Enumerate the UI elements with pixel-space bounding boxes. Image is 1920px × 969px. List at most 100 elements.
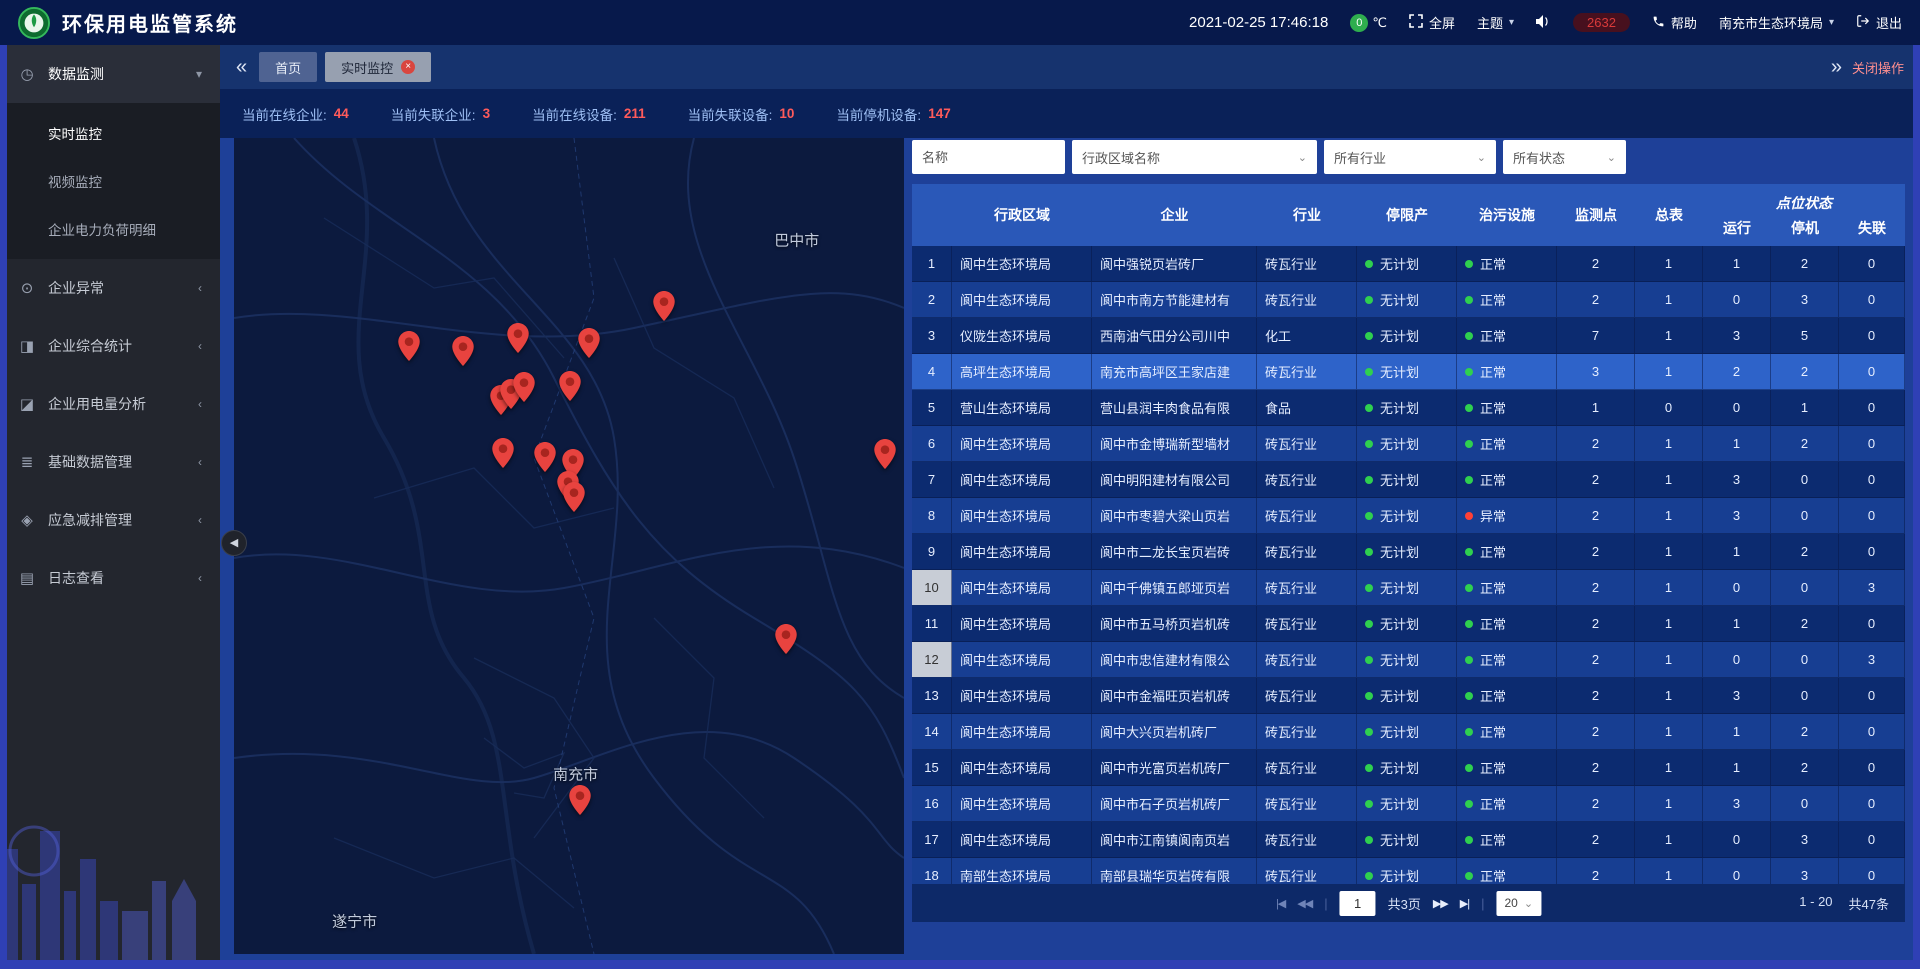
table-row[interactable]: 11阆中生态环境局阆中市五马桥页岩机砖砖瓦行业无计划正常21120 [912, 606, 1905, 642]
table-body: 1阆中生态环境局阆中强锐页岩砖厂砖瓦行业无计划正常211202阆中生态环境局阆中… [912, 246, 1905, 884]
status-filter-select[interactable]: 所有状态 ⌄ [1503, 140, 1626, 174]
table-row[interactable]: 8阆中生态环境局阆中市枣碧大梁山页岩砖瓦行业无计划异常21300 [912, 498, 1905, 534]
facility-text: 正常 [1480, 542, 1506, 561]
facility-text: 正常 [1480, 758, 1506, 777]
table-row[interactable]: 18南部生态环境局南部县瑞华页岩砖有限砖瓦行业无计划正常21030 [912, 858, 1905, 884]
table-row[interactable]: 12阆中生态环境局阆中市忠信建材有限公砖瓦行业无计划正常21003 [912, 642, 1905, 678]
table-row[interactable]: 3仪陇生态环境局西南油气田分公司川中化工无计划正常71350 [912, 318, 1905, 354]
tab-label: 首页 [275, 58, 301, 77]
industry-filter-select[interactable]: 所有行业 ⌄ [1324, 140, 1496, 174]
cell-stop: 2 [1771, 606, 1839, 641]
cell-company: 阆中明阳建材有限公司 [1092, 462, 1257, 497]
map-pin[interactable] [775, 624, 797, 654]
cell-company: 阆中市金福旺页岩机砖 [1092, 678, 1257, 713]
log-icon: ▤ [18, 569, 36, 587]
status-dot-green [1465, 692, 1473, 700]
tab-home[interactable]: 首页 [259, 52, 317, 82]
table-row[interactable]: 15阆中生态环境局阆中市光富页岩机砖厂砖瓦行业无计划正常21120 [912, 750, 1905, 786]
tab-realtime[interactable]: 实时监控× [325, 52, 431, 82]
theme-dropdown[interactable]: 主题 ▾ [1477, 13, 1514, 32]
cell-lost: 0 [1839, 498, 1905, 533]
cell-index: 3 [912, 318, 952, 353]
map-pin[interactable] [563, 482, 585, 512]
map-pin[interactable] [507, 323, 529, 353]
table-row[interactable]: 9阆中生态环境局阆中市二龙长宝页岩砖砖瓦行业无计划正常21120 [912, 534, 1905, 570]
cell-region: 阆中生态环境局 [952, 678, 1092, 713]
cell-plan: 无计划 [1357, 246, 1457, 281]
sidebar-group-base-data[interactable]: ≣基础数据管理‹ [0, 433, 220, 491]
status-dot-green [1465, 584, 1473, 592]
table-row[interactable]: 6阆中生态环境局阆中市金博瑞新型墙材砖瓦行业无计划正常21120 [912, 426, 1905, 462]
cell-monitor: 2 [1557, 822, 1635, 857]
stat-item: 当前在线企业:44 [242, 104, 349, 124]
map-pin[interactable] [874, 439, 896, 469]
logout-button[interactable]: 退出 [1856, 13, 1902, 32]
table-row[interactable]: 7阆中生态环境局阆中明阳建材有限公司砖瓦行业无计划正常21300 [912, 462, 1905, 498]
close-icon[interactable]: × [401, 60, 415, 74]
last-page-icon[interactable]: ▶| [1460, 897, 1469, 910]
help-button[interactable]: 帮助 [1652, 13, 1697, 32]
cell-run: 3 [1703, 318, 1771, 353]
org-dropdown[interactable]: 南充市生态环境局 ▾ [1719, 13, 1834, 32]
sidebar-item-realtime-monitor[interactable]: 实时监控 [0, 109, 220, 157]
app-logo-icon [18, 7, 50, 39]
map-pin[interactable] [578, 328, 600, 358]
volume-button[interactable] [1536, 15, 1551, 31]
close-operations-button[interactable]: » 关闭操作 [1831, 57, 1904, 77]
table-row[interactable]: 10阆中生态环境局阆中千佛镇五郎垭页岩砖瓦行业无计划正常21003 [912, 570, 1905, 606]
table-row[interactable]: 13阆中生态环境局阆中市金福旺页岩机砖砖瓦行业无计划正常21300 [912, 678, 1905, 714]
sidebar-item-power-load-detail[interactable]: 企业电力负荷明细 [0, 205, 220, 253]
page-number-input[interactable] [1340, 891, 1376, 916]
table-row[interactable]: 1阆中生态环境局阆中强锐页岩砖厂砖瓦行业无计划正常21120 [912, 246, 1905, 282]
map-pin[interactable] [398, 331, 420, 361]
theme-label: 主题 [1477, 13, 1503, 32]
fullscreen-button[interactable]: 全屏 [1409, 13, 1455, 32]
facility-text: 正常 [1480, 650, 1506, 669]
status-dot-green [1365, 332, 1373, 340]
map-collapse-button[interactable]: ◀ [221, 530, 247, 556]
map-pin[interactable] [534, 442, 556, 472]
sidebar-group-enterprise-statistics[interactable]: ◨企业综合统计‹ [0, 317, 220, 375]
table-row[interactable]: 16阆中生态环境局阆中市石子页岩机砖厂砖瓦行业无计划正常21300 [912, 786, 1905, 822]
table-row[interactable]: 17阆中生态环境局阆中市江南镇阆南页岩砖瓦行业无计划正常21030 [912, 822, 1905, 858]
sidebar-group-enterprise-abnormal[interactable]: ⊙企业异常‹ [0, 259, 220, 317]
page: 环保用电监管系统 2021-02-25 17:46:18 0 ℃ 全屏 主题 ▾ [0, 0, 1920, 969]
cell-industry: 砖瓦行业 [1257, 858, 1357, 884]
next-page-icon[interactable]: ▶▶ [1433, 897, 1448, 910]
sidebar-group-power-analysis[interactable]: ◪企业用电量分析‹ [0, 375, 220, 433]
cell-monitor: 1 [1557, 390, 1635, 425]
cell-plan: 无计划 [1357, 570, 1457, 605]
region-filter-select[interactable]: 行政区域名称 ⌄ [1072, 140, 1317, 174]
cell-lost: 3 [1839, 570, 1905, 605]
sidebar-group-data-monitoring[interactable]: ◷数据监测▾ [0, 45, 220, 103]
prev-page-icon[interactable]: ◀◀ [1297, 897, 1312, 910]
cell-facility: 正常 [1457, 786, 1557, 821]
table-row[interactable]: 14阆中生态环境局阆中大兴页岩机砖厂砖瓦行业无计划正常21120 [912, 714, 1905, 750]
first-page-icon[interactable]: |◀ [1276, 897, 1285, 910]
tabs-back-icon[interactable]: « [236, 57, 247, 77]
map-pin[interactable] [492, 438, 514, 468]
notice-count-badge[interactable]: 2632 [1573, 13, 1630, 32]
sidebar-item-video-monitor[interactable]: 视频监控 [0, 157, 220, 205]
sidebar-group-log-view[interactable]: ▤日志查看‹ [0, 549, 220, 607]
page-size-select[interactable]: 20 ⌄ [1496, 891, 1541, 916]
table-row[interactable]: 2阆中生态环境局阆中市南方节能建材有砖瓦行业无计划正常21030 [912, 282, 1905, 318]
cell-industry: 砖瓦行业 [1257, 534, 1357, 569]
table-row[interactable]: 4高坪生态环境局南充市高坪区王家店建砖瓦行业无计划正常31220 [912, 354, 1905, 390]
map-pin[interactable] [569, 785, 591, 815]
cell-index: 14 [912, 714, 952, 749]
map-pin[interactable] [653, 291, 675, 321]
stats-bar: 当前在线企业:44当前失联企业:3当前在线设备:211当前失联设备:10当前停机… [220, 89, 1920, 138]
map-pin[interactable] [513, 372, 535, 402]
table-row[interactable]: 5营山生态环境局营山县润丰肉食品有限食品无计划正常10010 [912, 390, 1905, 426]
cell-meter: 1 [1635, 318, 1703, 353]
map[interactable]: 巴中市南充市遂宁市 ◀ [234, 138, 904, 954]
gauge-icon: ◷ [18, 65, 36, 83]
map-pin[interactable] [559, 371, 581, 401]
cell-meter: 1 [1635, 678, 1703, 713]
chevron-down-icon: ▾ [1509, 17, 1514, 28]
map-pin[interactable] [452, 336, 474, 366]
sidebar-group-emergency-reduction[interactable]: ◈应急减排管理‹ [0, 491, 220, 549]
name-filter-input[interactable] [912, 140, 1065, 174]
plan-text: 无计划 [1380, 434, 1419, 453]
